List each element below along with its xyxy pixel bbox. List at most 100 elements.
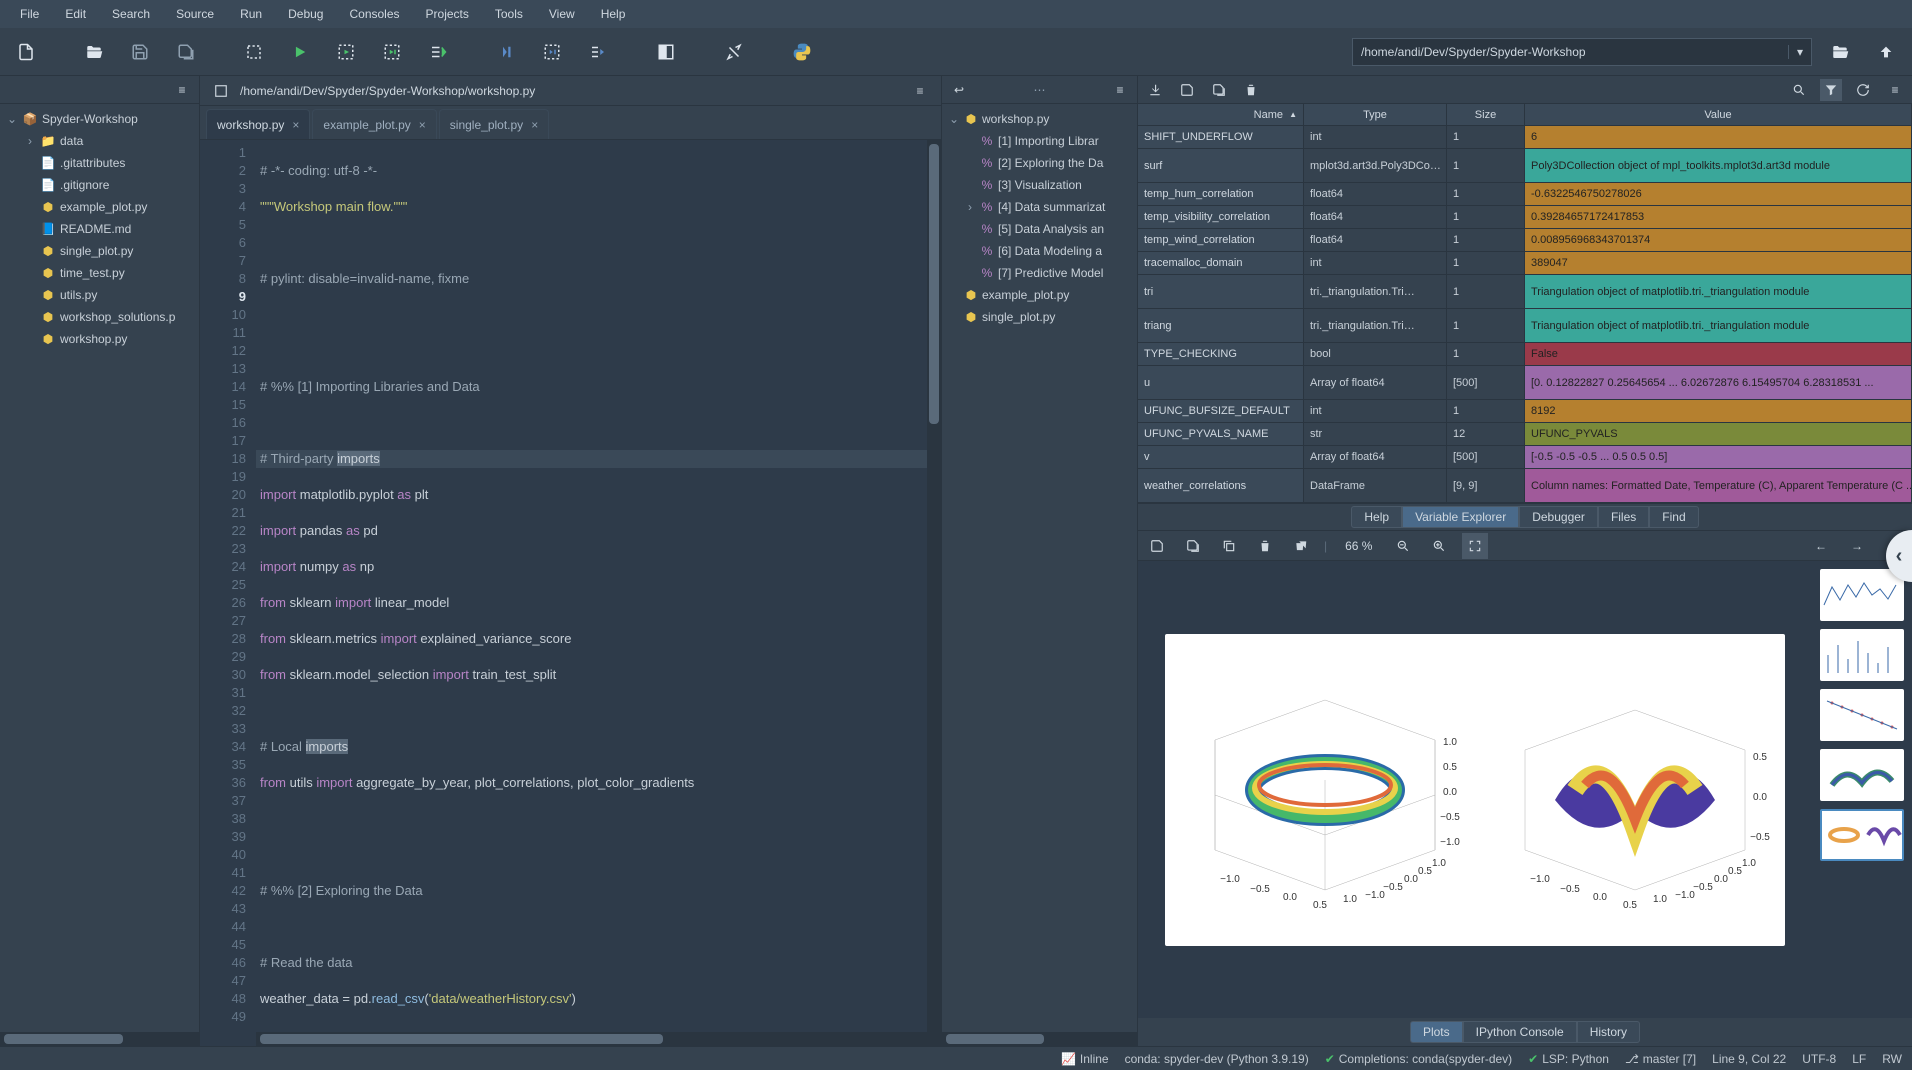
max-pane-button[interactable] (648, 34, 684, 70)
variable-row[interactable]: weather_correlationsDataFrame[9, 9]Colum… (1138, 469, 1912, 503)
plots-next-icon[interactable]: → (1844, 533, 1870, 559)
variable-row[interactable]: surfmplot3d.art3d.Poly3DCo…1Poly3DCollec… (1138, 149, 1912, 183)
menu-tools[interactable]: Tools (483, 3, 535, 25)
run-cell-advance-button[interactable] (374, 34, 410, 70)
project-menu-icon[interactable]: ≡ (171, 79, 193, 101)
menu-help[interactable]: Help (589, 3, 638, 25)
status-encoding[interactable]: UTF-8 (1802, 1052, 1836, 1066)
close-icon[interactable]: × (531, 118, 538, 132)
outline-cell[interactable]: ›%[4] Data summarizat (942, 196, 1137, 218)
outline-file[interactable]: ⬢example_plot.py (942, 284, 1137, 306)
fit-window-icon[interactable] (1462, 533, 1488, 559)
save-data-icon[interactable] (1176, 79, 1198, 101)
outline-back-icon[interactable]: ↩ (948, 79, 970, 101)
run-cell-button[interactable] (328, 34, 364, 70)
variable-row[interactable]: UFUNC_BUFSIZE_DEFAULTint18192 (1138, 400, 1912, 423)
browse-workdir-button[interactable] (1822, 34, 1858, 70)
parent-dir-button[interactable] (1868, 34, 1904, 70)
tree-file[interactable]: 📄.gitattributes (0, 152, 199, 174)
tab-variable-explorer[interactable]: Variable Explorer (1402, 506, 1519, 528)
col-size-header[interactable]: Size (1447, 104, 1525, 125)
editor-menu-icon[interactable]: ≡ (909, 80, 931, 102)
plot-viewer[interactable]: 1.00.50.0−0.5−1.0 −1.0−0.50.00.51.0 −1.0… (1138, 561, 1812, 1018)
close-icon[interactable]: × (292, 118, 299, 132)
menu-projects[interactable]: Projects (414, 3, 481, 25)
tree-file[interactable]: ⬢workshop_solutions.p (0, 306, 199, 328)
tab-plots[interactable]: Plots (1410, 1021, 1463, 1043)
menu-source[interactable]: Source (164, 3, 226, 25)
status-cursor[interactable]: Line 9, Col 22 (1712, 1052, 1786, 1066)
tab-debugger[interactable]: Debugger (1519, 506, 1598, 528)
plots-copy-icon[interactable] (1216, 533, 1242, 559)
outline-file[interactable]: ⬢single_plot.py (942, 306, 1137, 328)
variable-row[interactable]: uArray of float64[500][0. 0.12822827 0.2… (1138, 366, 1912, 400)
close-icon[interactable]: × (419, 118, 426, 132)
variable-row[interactable]: triangtri._triangulation.Tri…1Triangulat… (1138, 309, 1912, 343)
zoom-out-icon[interactable] (1390, 533, 1416, 559)
refresh-icon[interactable] (1852, 79, 1874, 101)
save-data-as-icon[interactable] (1208, 79, 1230, 101)
save-button[interactable] (122, 34, 158, 70)
editor-vscroll[interactable] (927, 140, 941, 1032)
plot-thumb[interactable] (1820, 569, 1904, 621)
status-lsp[interactable]: ✔LSP: Python (1528, 1052, 1609, 1066)
tab-history[interactable]: History (1577, 1021, 1640, 1043)
col-name-header[interactable]: Name (1138, 104, 1304, 125)
run-button[interactable] (282, 34, 318, 70)
menu-search[interactable]: Search (100, 3, 162, 25)
project-root[interactable]: ⌄ 📦 Spyder-Workshop (0, 108, 199, 130)
menu-run[interactable]: Run (228, 3, 274, 25)
search-icon[interactable] (1788, 79, 1810, 101)
plots-prev-icon[interactable]: ← (1808, 533, 1834, 559)
tree-file[interactable]: ⬢utils.py (0, 284, 199, 306)
menu-debug[interactable]: Debug (276, 3, 335, 25)
plot-thumb[interactable] (1820, 629, 1904, 681)
variable-row[interactable]: tracemalloc_domainint1389047 (1138, 252, 1912, 275)
menu-edit[interactable]: Edit (53, 3, 98, 25)
outline-menu-icon[interactable]: ≡ (1109, 79, 1131, 101)
tree-folder[interactable]: ›📁data (0, 130, 199, 152)
project-hscroll[interactable] (0, 1032, 199, 1046)
tab-ipython[interactable]: IPython Console (1463, 1021, 1577, 1043)
status-conda[interactable]: conda: spyder-dev (Python 3.9.19) (1125, 1052, 1309, 1066)
editor-tab[interactable]: example_plot.py× (312, 109, 436, 139)
code-editor[interactable]: # -*- coding: utf-8 -*- """Workshop main… (256, 140, 927, 1032)
plot-thumb[interactable] (1820, 689, 1904, 741)
tree-file[interactable]: 📘README.md (0, 218, 199, 240)
status-completions[interactable]: ✔Completions: conda(spyder-dev) (1325, 1052, 1512, 1066)
plot-thumb[interactable] (1820, 809, 1904, 861)
variable-row[interactable]: temp_wind_correlationfloat6410.008956968… (1138, 229, 1912, 252)
variable-row[interactable]: vArray of float64[500][-0.5 -0.5 -0.5 ..… (1138, 446, 1912, 469)
plots-saveall-icon[interactable] (1180, 533, 1206, 559)
plots-save-icon[interactable] (1144, 533, 1170, 559)
editor-hscroll[interactable] (256, 1032, 927, 1046)
open-file-button[interactable] (76, 34, 112, 70)
variable-row[interactable]: temp_hum_correlationfloat641-0.632254675… (1138, 183, 1912, 206)
varexp-menu-icon[interactable]: ≡ (1884, 79, 1906, 101)
plots-deleteall-icon[interactable] (1288, 533, 1314, 559)
editor-browse-button[interactable] (210, 80, 232, 102)
create-cell-button[interactable] (236, 34, 272, 70)
new-file-button[interactable] (8, 34, 44, 70)
variable-row[interactable]: TYPE_CHECKINGbool1False (1138, 343, 1912, 366)
variable-row[interactable]: tritri._triangulation.Tri…1Triangulation… (1138, 275, 1912, 309)
outline-file[interactable]: ⌄⬢workshop.py (942, 108, 1137, 130)
outline-cell[interactable]: %[1] Importing Librar (942, 130, 1137, 152)
variable-row[interactable]: temp_visibility_correlationfloat6410.392… (1138, 206, 1912, 229)
import-data-icon[interactable] (1144, 79, 1166, 101)
outline-more-icon[interactable]: ⋯ (980, 83, 1099, 97)
debug-cell-button[interactable] (534, 34, 570, 70)
tree-file[interactable]: ⬢single_plot.py (0, 240, 199, 262)
outline-cell[interactable]: %[3] Visualization (942, 174, 1137, 196)
plots-delete-icon[interactable] (1252, 533, 1278, 559)
tab-files[interactable]: Files (1598, 506, 1649, 528)
menu-view[interactable]: View (537, 3, 587, 25)
status-git[interactable]: ⎇master [7] (1625, 1052, 1696, 1066)
variable-row[interactable]: UFUNC_PYVALS_NAMEstr12UFUNC_PYVALS (1138, 423, 1912, 446)
run-selection-button[interactable] (420, 34, 456, 70)
debug-button[interactable] (488, 34, 524, 70)
editor-tab[interactable]: workshop.py× (206, 109, 310, 139)
pythonpath-button[interactable] (784, 34, 820, 70)
outline-cell[interactable]: %[2] Exploring the Da (942, 152, 1137, 174)
menu-file[interactable]: File (8, 3, 51, 25)
